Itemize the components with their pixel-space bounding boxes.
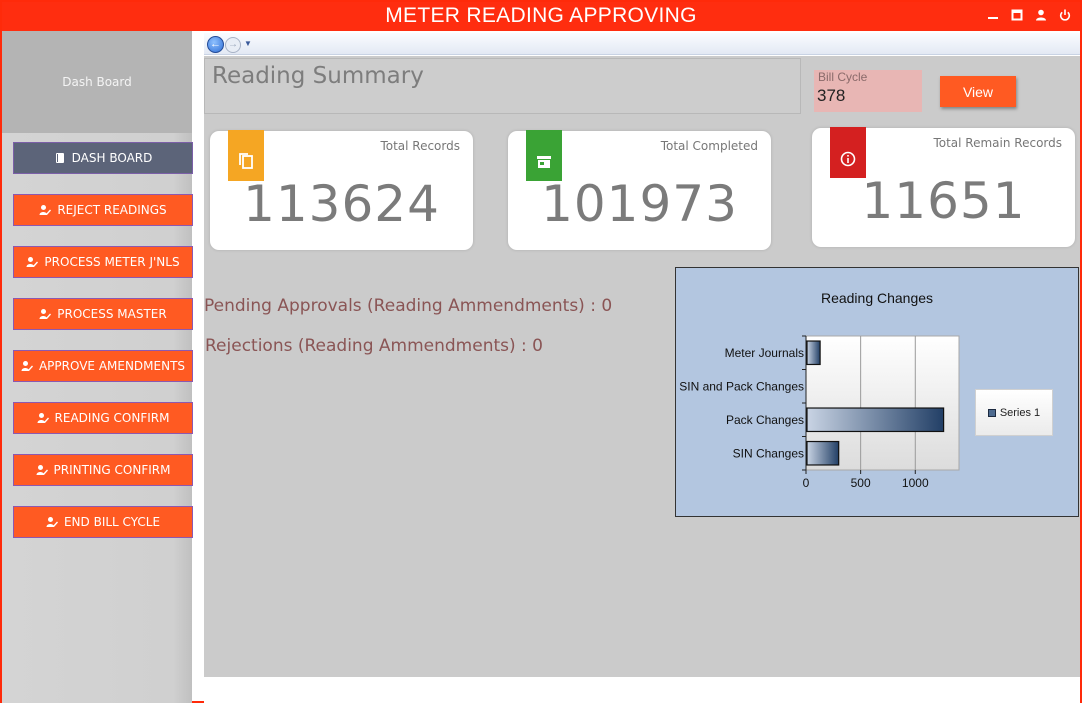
y-tick-label: SIN Changes bbox=[733, 446, 804, 460]
card-tab bbox=[830, 127, 866, 178]
nav-label: END BILL CYCLE bbox=[63, 515, 161, 529]
nav-label: READING CONFIRM bbox=[54, 411, 170, 425]
user-icon[interactable] bbox=[1034, 8, 1048, 22]
sidebar-header: Dash Board bbox=[2, 31, 192, 133]
maximize-icon[interactable] bbox=[1010, 8, 1024, 22]
y-tick-label: SIN and Pack Changes bbox=[679, 379, 804, 393]
title-bar: METER READING APPROVING bbox=[2, 2, 1080, 31]
card-value: 101973 bbox=[541, 175, 738, 233]
x-tick-label: 0 bbox=[803, 476, 810, 490]
legend-label: Series 1 bbox=[999, 406, 1041, 419]
user-edit-icon bbox=[36, 464, 48, 476]
card-label: Total Records bbox=[380, 139, 460, 153]
card-tab bbox=[526, 130, 562, 181]
bill-cycle-value[interactable]: 378 bbox=[817, 86, 845, 106]
bar bbox=[806, 440, 840, 466]
app-window: METER READING APPROVING Dash Board DASH … bbox=[0, 0, 1082, 703]
x-tick-label: 500 bbox=[851, 476, 871, 490]
card-label: Total Completed bbox=[660, 139, 758, 153]
card-tab bbox=[228, 130, 264, 181]
pending-approvals-text: Pending Approvals (Reading Ammendments) … bbox=[204, 296, 613, 316]
power-icon[interactable] bbox=[1058, 8, 1072, 22]
page-title: Reading Summary bbox=[212, 63, 424, 89]
minimize-icon[interactable] bbox=[986, 8, 1000, 22]
y-tick-label: Pack Changes bbox=[726, 413, 804, 427]
card-label: Total Remain Records bbox=[933, 136, 1062, 150]
y-tick-label: Meter Journals bbox=[725, 346, 804, 360]
main-content: Reading Summary Bill Cycle 378 View Tota… bbox=[204, 56, 1080, 677]
bill-cycle-field[interactable]: Bill Cycle 378 bbox=[814, 70, 922, 112]
nav-process-meter-jnls-button[interactable]: PROCESS METER J'NLS bbox=[13, 246, 193, 278]
nav-reading-confirm-button[interactable]: READING CONFIRM bbox=[13, 402, 193, 434]
window-title: METER READING APPROVING bbox=[385, 4, 697, 27]
nav-dashboard-button[interactable]: DASH BOARD bbox=[13, 142, 193, 174]
nav-label: PRINTING CONFIRM bbox=[53, 463, 171, 477]
browser-nav-strip: ← → ▼ bbox=[204, 33, 1080, 55]
nav-end-bill-cycle-button[interactable]: END BILL CYCLE bbox=[13, 506, 193, 538]
history-dropdown-icon[interactable]: ▼ bbox=[244, 39, 252, 48]
card-value: 113624 bbox=[243, 175, 440, 233]
info-icon bbox=[840, 151, 856, 172]
reading-changes-chart: Reading Changes 0 500 1000 Meter Journals SI… bbox=[675, 267, 1079, 517]
nav-label: DASH BOARD bbox=[71, 151, 153, 165]
bottom-strip bbox=[204, 677, 1080, 703]
user-edit-icon bbox=[26, 256, 39, 268]
x-tick-label: 1000 bbox=[902, 476, 929, 490]
user-edit-icon bbox=[46, 516, 58, 528]
bar bbox=[806, 407, 945, 433]
total-remain-card: Total Remain Records 11651 bbox=[812, 127, 1075, 247]
nav-printing-confirm-button[interactable]: PRINTING CONFIRM bbox=[13, 454, 193, 486]
bar bbox=[806, 340, 821, 366]
legend-swatch bbox=[987, 408, 996, 417]
nav-reject-readings-button[interactable]: REJECT READINGS bbox=[13, 194, 193, 226]
nav-label: PROCESS METER J'NLS bbox=[44, 255, 180, 269]
nav-label: APPROVE AMENDMENTS bbox=[38, 359, 186, 373]
nav-approve-amendments-button[interactable]: APPROVE AMENDMENTS bbox=[13, 350, 193, 382]
store-icon bbox=[536, 154, 552, 175]
user-edit-icon bbox=[21, 360, 33, 372]
total-completed-card: Total Completed 101973 bbox=[508, 130, 771, 250]
window-controls bbox=[986, 8, 1072, 22]
rejections-text: Rejections (Reading Ammendments) : 0 bbox=[205, 336, 543, 356]
user-edit-icon bbox=[39, 308, 52, 320]
nav-label: REJECT READINGS bbox=[57, 203, 167, 217]
book-icon bbox=[54, 152, 66, 164]
forward-arrow-icon[interactable]: → bbox=[225, 37, 241, 53]
view-button[interactable]: View bbox=[940, 76, 1016, 107]
nav-process-master-button[interactable]: PROCESS MASTER bbox=[13, 298, 193, 330]
copy-icon bbox=[238, 152, 254, 175]
user-edit-icon bbox=[39, 204, 52, 216]
total-records-card: Total Records 113624 bbox=[210, 130, 473, 250]
sidebar: Dash Board DASH BOARD REJECT READINGS PR… bbox=[2, 31, 193, 703]
summary-header: Reading Summary bbox=[204, 58, 801, 114]
nav-label: PROCESS MASTER bbox=[57, 307, 167, 321]
chart-legend: Series 1 bbox=[975, 389, 1053, 436]
card-value: 11651 bbox=[861, 172, 1026, 230]
back-arrow-icon[interactable]: ← bbox=[207, 36, 224, 53]
bill-cycle-label: Bill Cycle bbox=[818, 70, 868, 84]
user-edit-icon bbox=[37, 412, 49, 424]
